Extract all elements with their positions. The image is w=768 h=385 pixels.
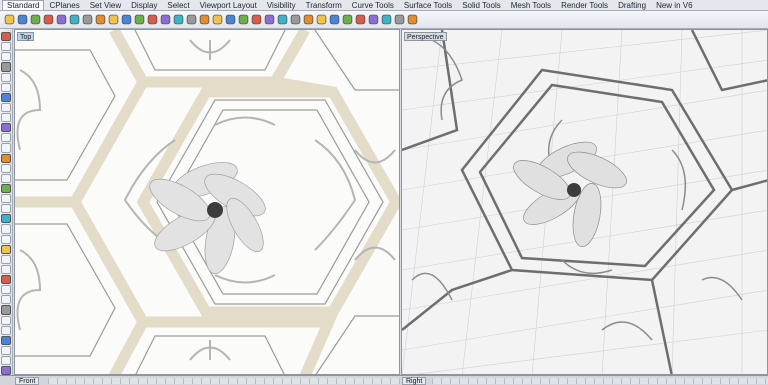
bottom-bar: Front Right [0, 375, 768, 385]
set-view-icon[interactable] [224, 14, 236, 26]
sphere-icon[interactable] [1, 163, 11, 173]
toolbar-tabs: Standard CPlanes Set View Display Select View… [0, 0, 768, 11]
polygon-icon[interactable] [1, 113, 11, 123]
polyline-icon[interactable] [1, 52, 11, 62]
curve-icon[interactable] [1, 62, 11, 72]
tab-curve-tools[interactable]: Curve Tools [347, 0, 399, 10]
rotate-view-icon[interactable] [146, 14, 158, 26]
zoom-icon[interactable] [159, 14, 171, 26]
viewport-label-top[interactable]: Top [17, 32, 35, 41]
snap-icon[interactable] [276, 14, 288, 26]
render-icon[interactable] [380, 14, 392, 26]
tab-mesh-tools[interactable]: Mesh Tools [506, 0, 556, 10]
rendered-icon[interactable] [367, 14, 379, 26]
rhino-window: Standard CPlanes Set View Display Select View… [0, 0, 768, 385]
print-icon[interactable] [42, 14, 54, 26]
copy-obj-icon[interactable] [1, 254, 11, 264]
zoom-selected-icon[interactable] [198, 14, 210, 26]
tab-surface-tools[interactable]: Surface Tools [399, 0, 457, 10]
scale-icon[interactable] [1, 275, 11, 285]
fillet-icon[interactable] [1, 194, 11, 204]
layer-icon[interactable] [302, 14, 314, 26]
tab-solid-tools[interactable]: Solid Tools [457, 0, 506, 10]
trim-icon[interactable] [1, 204, 11, 214]
options-icon[interactable] [393, 14, 405, 26]
arc-icon[interactable] [1, 82, 11, 92]
tab-cplanes[interactable]: CPlanes [44, 0, 84, 10]
line-icon[interactable] [1, 42, 11, 52]
cylinder-icon[interactable] [1, 173, 11, 183]
new-file-icon[interactable] [3, 14, 15, 26]
properties-icon[interactable] [315, 14, 327, 26]
viewport-icon[interactable] [237, 14, 249, 26]
tab-standard[interactable]: Standard [2, 0, 45, 10]
zoom-extents-icon[interactable] [185, 14, 197, 26]
tab-drafting[interactable]: Drafting [613, 0, 651, 10]
paste-icon[interactable] [94, 14, 106, 26]
top-viewport[interactable]: Top [14, 29, 400, 375]
open-file-icon[interactable] [16, 14, 28, 26]
save-icon[interactable] [29, 14, 41, 26]
array-icon[interactable] [1, 295, 11, 305]
standard-toolbar [0, 11, 768, 29]
explode-icon[interactable] [1, 234, 11, 244]
block-icon[interactable] [1, 335, 11, 345]
tab-viewport-layout[interactable]: Viewport Layout [195, 0, 262, 10]
move-icon[interactable] [1, 244, 11, 254]
shaded-icon[interactable] [354, 14, 366, 26]
pan-icon[interactable] [133, 14, 145, 26]
dimension-icon[interactable] [1, 315, 11, 325]
perspective-viewport[interactable]: Perspective [401, 29, 768, 375]
display-icon[interactable] [341, 14, 353, 26]
point-icon[interactable] [1, 32, 11, 42]
right-scroll-strip[interactable] [432, 378, 768, 384]
tab-visibility[interactable]: Visibility [262, 0, 301, 10]
join-icon[interactable] [1, 224, 11, 234]
zoom-window-icon[interactable] [172, 14, 184, 26]
cut-icon[interactable] [68, 14, 80, 26]
lock-obj-icon[interactable] [1, 366, 11, 376]
ellipse-icon[interactable] [1, 92, 11, 102]
lock-icon[interactable] [289, 14, 301, 26]
text-icon[interactable] [1, 123, 11, 133]
boolean-icon[interactable] [1, 305, 11, 315]
perspective-view-drawing [402, 30, 767, 374]
viewport-label-perspective[interactable]: Perspective [404, 32, 447, 41]
front-scroll-strip[interactable] [48, 378, 400, 384]
import-icon[interactable] [55, 14, 67, 26]
copy-icon[interactable] [81, 14, 93, 26]
extrude-icon[interactable] [1, 143, 11, 153]
box-icon[interactable] [1, 153, 11, 163]
tab-select[interactable]: Select [162, 0, 194, 10]
mesh-icon[interactable] [1, 183, 11, 193]
help-icon[interactable] [406, 14, 418, 26]
select-icon[interactable] [211, 14, 223, 26]
mirror-icon[interactable] [1, 285, 11, 295]
top-view-drawing [15, 30, 399, 374]
cplane-icon[interactable] [250, 14, 262, 26]
tab-right[interactable]: Right [402, 377, 427, 385]
tab-front[interactable]: Front [15, 377, 40, 385]
rotate-icon[interactable] [1, 264, 11, 274]
left-toolbar [0, 29, 13, 376]
grid-icon[interactable] [263, 14, 275, 26]
tab-set-view[interactable]: Set View [85, 0, 126, 10]
hide-icon[interactable] [1, 356, 11, 366]
redo-icon[interactable] [120, 14, 132, 26]
tab-display[interactable]: Display [126, 0, 162, 10]
tab-transform[interactable]: Transform [301, 0, 347, 10]
tab-new-in-v6[interactable]: New in V6 [651, 0, 697, 10]
split-icon[interactable] [1, 214, 11, 224]
undo-icon[interactable] [107, 14, 119, 26]
rectangle-icon[interactable] [1, 102, 11, 112]
group-icon[interactable] [1, 345, 11, 355]
material-icon[interactable] [328, 14, 340, 26]
tab-render-tools[interactable]: Render Tools [556, 0, 613, 10]
circle-icon[interactable] [1, 72, 11, 82]
hatch-icon[interactable] [1, 325, 11, 335]
surface-icon[interactable] [1, 133, 11, 143]
